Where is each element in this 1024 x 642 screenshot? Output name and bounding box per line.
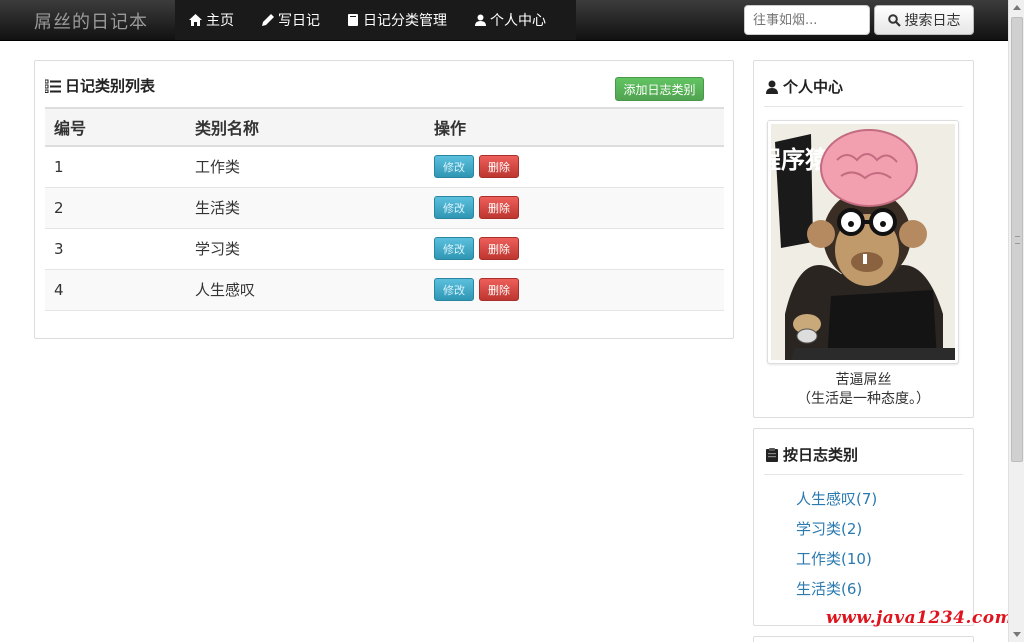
next-panel-edge [753, 636, 974, 642]
search-button[interactable]: 搜索日志 [874, 5, 974, 35]
search-button-label: 搜索日志 [904, 13, 961, 29]
cell-actions: 修改 删除 [425, 228, 724, 270]
category-link[interactable]: 人生感叹(7) [796, 487, 877, 517]
clipboard-icon [766, 447, 778, 462]
delete-button[interactable]: 删除 [479, 278, 519, 301]
home-icon [189, 14, 202, 26]
panel-title: 日记类别列表 [45, 75, 155, 96]
category-link[interactable]: 学习类(2) [796, 517, 877, 547]
scroll-thumb[interactable] [1011, 17, 1023, 462]
cell-actions: 修改 删除 [425, 187, 724, 229]
panel-title: 按日志类别 [766, 444, 858, 465]
panel-title-text: 个人中心 [783, 78, 844, 96]
delete-button[interactable]: 删除 [479, 196, 519, 219]
diary-category-panel: 按日志类别 人生感叹(7) 学习类(2) 工作类(10) 生活类(6) [753, 428, 974, 626]
book-icon [348, 14, 359, 26]
nickname: 苦逼屌丝 [835, 372, 892, 388]
nav-item-write-diary[interactable]: 写日记 [248, 0, 334, 40]
cell-name: 人生感叹 [186, 269, 425, 311]
edit-button[interactable]: 修改 [434, 155, 474, 179]
cell-id: 3 [45, 228, 186, 270]
edit-button[interactable]: 修改 [434, 237, 474, 260]
cell-id: 4 [45, 269, 186, 311]
search-input[interactable] [744, 5, 870, 35]
top-navbar: 屌丝的日记本 主页 写日记 日记分类管理 个人中心 往事如烟... 搜索日志 [0, 0, 1008, 41]
category-table: 编号 类别名称 操作 1 工作类 修改 删除 2 生活类 修改 删除 3 学习类… [45, 107, 724, 311]
column-header-actions: 操作 [425, 107, 724, 147]
search-icon [887, 13, 901, 27]
cell-actions: 修改 删除 [425, 146, 724, 188]
cell-name: 学习类 [186, 228, 425, 270]
site-watermark: www.java1234.com [826, 608, 1014, 628]
motto: （生活是一种态度。） [797, 391, 930, 407]
table-row: 2 生活类 修改 删除 [45, 187, 724, 229]
scroll-up-arrow-icon[interactable] [1013, 5, 1021, 10]
table-row: 4 人生感叹 修改 删除 [45, 269, 724, 311]
panel-title-text: 按日志类别 [783, 446, 859, 464]
main-nav: 主页 写日记 日记分类管理 个人中心 [175, 0, 576, 40]
personal-center-panel: 个人中心 程序猿 [753, 60, 974, 418]
cell-name: 工作类 [186, 146, 425, 188]
table-row: 3 学习类 修改 删除 [45, 228, 724, 270]
user-icon [475, 14, 486, 26]
brand-logo[interactable]: 屌丝的日记本 [34, 8, 148, 34]
pencil-icon [262, 14, 274, 26]
column-header-name: 类别名称 [186, 107, 425, 147]
divider [764, 474, 963, 475]
user-icon [766, 80, 778, 94]
nav-item-home[interactable]: 主页 [175, 0, 248, 40]
nav-item-label: 个人中心 [490, 13, 546, 29]
nav-item-category-manage[interactable]: 日记分类管理 [334, 0, 461, 40]
column-header-id: 编号 [45, 107, 186, 147]
scroll-down-arrow-icon[interactable] [1013, 632, 1021, 637]
list-icon [45, 79, 61, 93]
nav-item-personal-center[interactable]: 个人中心 [461, 0, 560, 40]
edit-button[interactable]: 修改 [434, 278, 474, 301]
table-header-row: 编号 类别名称 操作 [45, 107, 724, 147]
divider [764, 106, 963, 107]
cell-name: 生活类 [186, 187, 425, 229]
cell-actions: 修改 删除 [425, 269, 724, 311]
add-category-button[interactable]: 添加日志类别 [615, 77, 704, 101]
avatar: 程序猿 [767, 120, 959, 364]
category-link-list: 人生感叹(7) 学习类(2) 工作类(10) 生活类(6) [796, 487, 877, 607]
edit-button[interactable]: 修改 [434, 196, 474, 219]
cell-id: 2 [45, 187, 186, 229]
table-row: 1 工作类 修改 删除 [45, 146, 724, 188]
panel-title: 个人中心 [766, 76, 843, 97]
page-scrollbar[interactable] [1008, 0, 1024, 642]
nav-item-label: 主页 [206, 13, 234, 29]
category-link[interactable]: 生活类(6) [796, 577, 877, 607]
delete-button[interactable]: 删除 [479, 155, 519, 179]
category-list-panel: 日记类别列表 添加日志类别 编号 类别名称 操作 1 工作类 修改 删除 2 生活… [34, 60, 734, 339]
panel-title-text: 日记类别列表 [65, 77, 156, 95]
nav-item-label: 日记分类管理 [363, 13, 447, 29]
scroll-grip-icon [1015, 236, 1020, 244]
cell-id: 1 [45, 146, 186, 188]
delete-button[interactable]: 删除 [479, 237, 519, 260]
nav-item-label: 写日记 [278, 13, 320, 29]
category-link[interactable]: 工作类(10) [796, 547, 877, 577]
